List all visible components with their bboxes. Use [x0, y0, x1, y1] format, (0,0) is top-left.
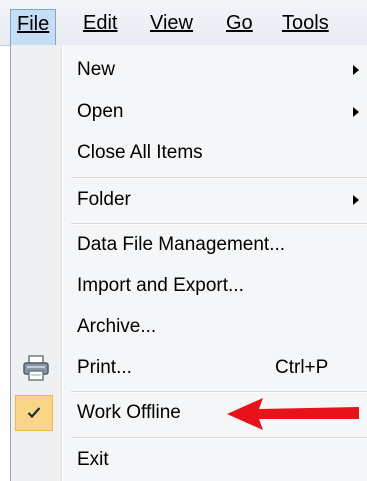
menu-item-print[interactable]: Print... Ctrl+P — [11, 348, 367, 388]
menu-item-new[interactable]: New — [11, 50, 367, 90]
menu-item-label: Close All Items — [77, 142, 203, 163]
checkmark-icon — [27, 407, 41, 419]
menubar-go-label: Go — [226, 12, 253, 34]
menu-item-archive[interactable]: Archive... — [11, 307, 367, 347]
menu-separator — [71, 223, 367, 225]
menu-item-label: Import and Export... — [77, 275, 244, 296]
shortcut-text: Ctrl+P — [275, 357, 329, 378]
menubar-tools-label: Tools — [282, 12, 329, 34]
menubar-edit-label: Edit — [83, 12, 118, 34]
menu-item-label: Exit — [77, 449, 109, 470]
menu-item-exit[interactable]: Exit — [11, 440, 367, 480]
menu-item-label: Archive... — [77, 316, 157, 337]
menu-item-import-export[interactable]: Import and Export... — [11, 266, 367, 306]
checked-indicator — [15, 395, 53, 431]
menu-item-close-all-items[interactable]: Close All Items — [11, 133, 367, 173]
menu-item-label: Open — [77, 101, 124, 122]
menu-item-label: Work Offline — [77, 402, 181, 423]
menubar-view[interactable]: View — [144, 8, 199, 38]
menu-item-label: New — [77, 59, 116, 80]
menu-item-open[interactable]: Open — [11, 92, 367, 132]
menu-item-label: Folder — [77, 189, 131, 210]
menubar-go[interactable]: Go — [220, 8, 259, 38]
submenu-arrow-icon — [353, 195, 359, 205]
menu-item-data-file-management[interactable]: Data File Management... — [11, 225, 367, 265]
submenu-arrow-icon — [353, 107, 359, 117]
menu-separator — [71, 437, 367, 439]
menu-bar: File Edit View Go Tools — [0, 0, 367, 46]
menu-item-label: Print... — [77, 357, 132, 378]
menubar-file[interactable]: File — [10, 9, 57, 46]
menu-separator — [71, 391, 367, 393]
printer-icon — [23, 355, 49, 381]
menu-item-label: Data File Management... — [77, 234, 286, 255]
menu-separator — [71, 177, 367, 179]
menubar-file-label: File — [17, 13, 50, 35]
annotation-arrow-icon — [227, 398, 359, 430]
menubar-tools[interactable]: Tools — [276, 8, 335, 38]
menubar-edit[interactable]: Edit — [77, 8, 123, 38]
menu-item-folder[interactable]: Folder — [11, 180, 367, 220]
submenu-arrow-icon — [353, 65, 359, 75]
menubar-view-label: View — [150, 12, 193, 34]
